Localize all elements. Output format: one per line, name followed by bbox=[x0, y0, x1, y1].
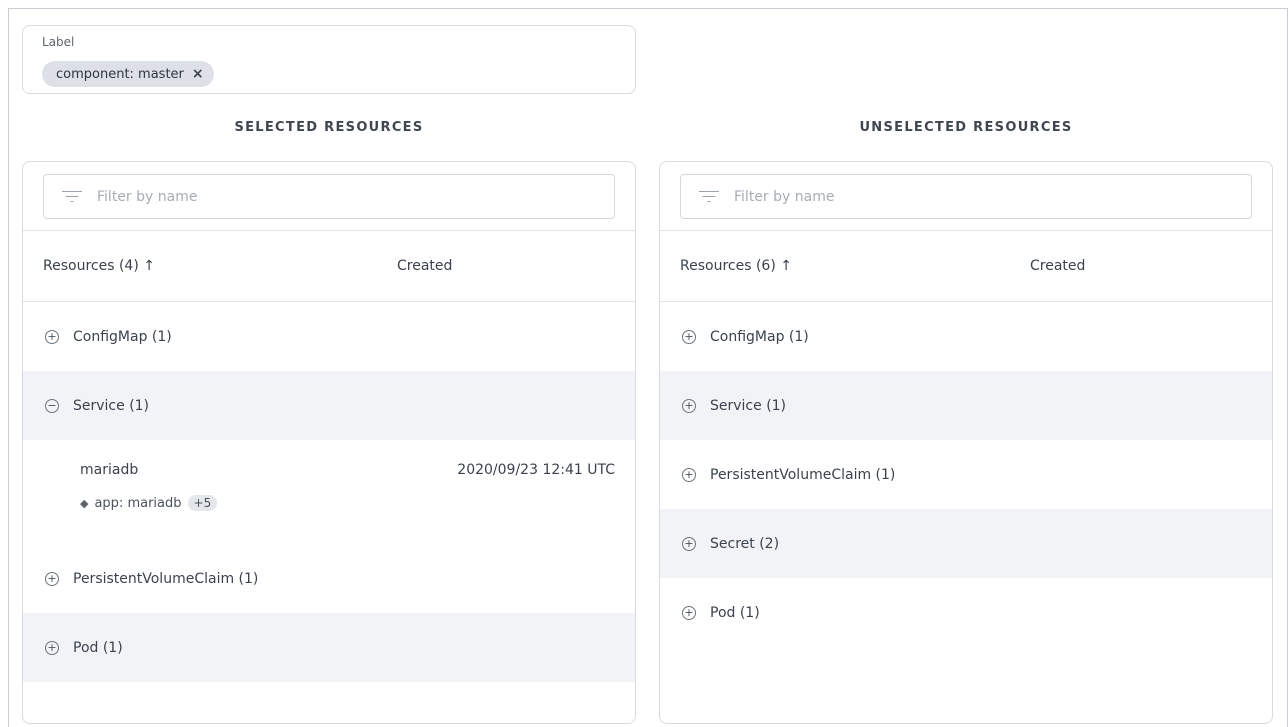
filter-icon bbox=[62, 190, 82, 204]
resources-column-header[interactable]: Resources (6) ↑ bbox=[680, 258, 792, 274]
plus-circle-icon[interactable]: + bbox=[45, 571, 59, 586]
created-column-header[interactable]: Created bbox=[1030, 258, 1085, 274]
more-labels-badge[interactable]: +5 bbox=[187, 495, 218, 511]
resource-labels: ◆ app: mariadb +5 bbox=[80, 495, 218, 511]
plus-circle-icon[interactable]: + bbox=[682, 536, 696, 551]
resource-group-label: Pod (1) bbox=[710, 604, 760, 621]
minus-circle-icon[interactable]: − bbox=[45, 398, 59, 413]
resource-group-row[interactable]: + Service (1) bbox=[660, 371, 1272, 440]
label-chip-text: component: master bbox=[56, 66, 184, 82]
plus-circle-icon[interactable]: + bbox=[45, 640, 59, 655]
filter-input[interactable]: Filter by name bbox=[680, 174, 1252, 219]
label-filter-box[interactable]: Label component: master × bbox=[22, 25, 636, 94]
selected-resources-panel: Filter by name Resources (4) ↑ Created +… bbox=[22, 161, 636, 724]
resource-group-row[interactable]: + Pod (1) bbox=[23, 613, 635, 682]
filter-placeholder: Filter by name bbox=[734, 188, 835, 205]
resource-group-label: ConfigMap (1) bbox=[710, 328, 809, 345]
resource-group-label: ConfigMap (1) bbox=[73, 328, 172, 345]
resource-group-row[interactable]: + PersistentVolumeClaim (1) bbox=[23, 544, 635, 613]
created-column-header[interactable]: Created bbox=[397, 258, 452, 274]
filter-bar: Filter by name bbox=[23, 162, 635, 231]
filter-bar: Filter by name bbox=[660, 162, 1272, 231]
resource-group-row[interactable]: + Secret (2) bbox=[660, 509, 1272, 578]
filter-input[interactable]: Filter by name bbox=[43, 174, 615, 219]
label-chip: component: master × bbox=[42, 61, 214, 87]
table-header: Resources (6) ↑ Created bbox=[660, 231, 1272, 302]
filter-placeholder: Filter by name bbox=[97, 188, 198, 205]
resources-column-header[interactable]: Resources (4) ↑ bbox=[43, 258, 155, 274]
resource-group-label: Service (1) bbox=[710, 397, 787, 414]
resource-group-label: PersistentVolumeClaim (1) bbox=[710, 466, 896, 483]
resource-group-row[interactable]: + ConfigMap (1) bbox=[23, 302, 635, 371]
resource-group-label: Secret (2) bbox=[710, 535, 780, 552]
resource-group-row[interactable]: + ConfigMap (1) bbox=[660, 302, 1272, 371]
resource-group-label: Pod (1) bbox=[73, 639, 123, 656]
plus-circle-icon[interactable]: + bbox=[682, 605, 696, 620]
close-icon[interactable]: × bbox=[192, 67, 204, 81]
unselected-resources-title: UNSELECTED RESOURCES bbox=[859, 120, 1073, 135]
plus-circle-icon[interactable]: + bbox=[682, 329, 696, 344]
plus-circle-icon[interactable]: + bbox=[682, 467, 696, 482]
resource-name: mariadb bbox=[80, 462, 139, 478]
unselected-resources-panel: Filter by name Resources (6) ↑ Created +… bbox=[659, 161, 1273, 724]
resource-group-label: PersistentVolumeClaim (1) bbox=[73, 570, 259, 587]
selected-resources-title: SELECTED RESOURCES bbox=[234, 120, 424, 135]
resource-group-row[interactable]: + PersistentVolumeClaim (1) bbox=[660, 440, 1272, 509]
tag-icon: ◆ bbox=[80, 496, 89, 510]
resource-label-text: app: mariadb bbox=[94, 495, 182, 511]
resource-created: 2020/09/23 12:41 UTC bbox=[457, 462, 615, 478]
plus-circle-icon[interactable]: + bbox=[45, 329, 59, 344]
label-caption: Label bbox=[42, 35, 75, 49]
plus-circle-icon[interactable]: + bbox=[682, 398, 696, 413]
resource-group-row[interactable]: − Service (1) bbox=[23, 371, 635, 440]
resource-group-row[interactable]: + Pod (1) bbox=[660, 578, 1272, 647]
filter-icon bbox=[699, 190, 719, 204]
table-header: Resources (4) ↑ Created bbox=[23, 231, 635, 302]
resource-item[interactable]: mariadb 2020/09/23 12:41 UTC ◆ app: mari… bbox=[23, 440, 635, 544]
resource-group-label: Service (1) bbox=[73, 397, 150, 414]
